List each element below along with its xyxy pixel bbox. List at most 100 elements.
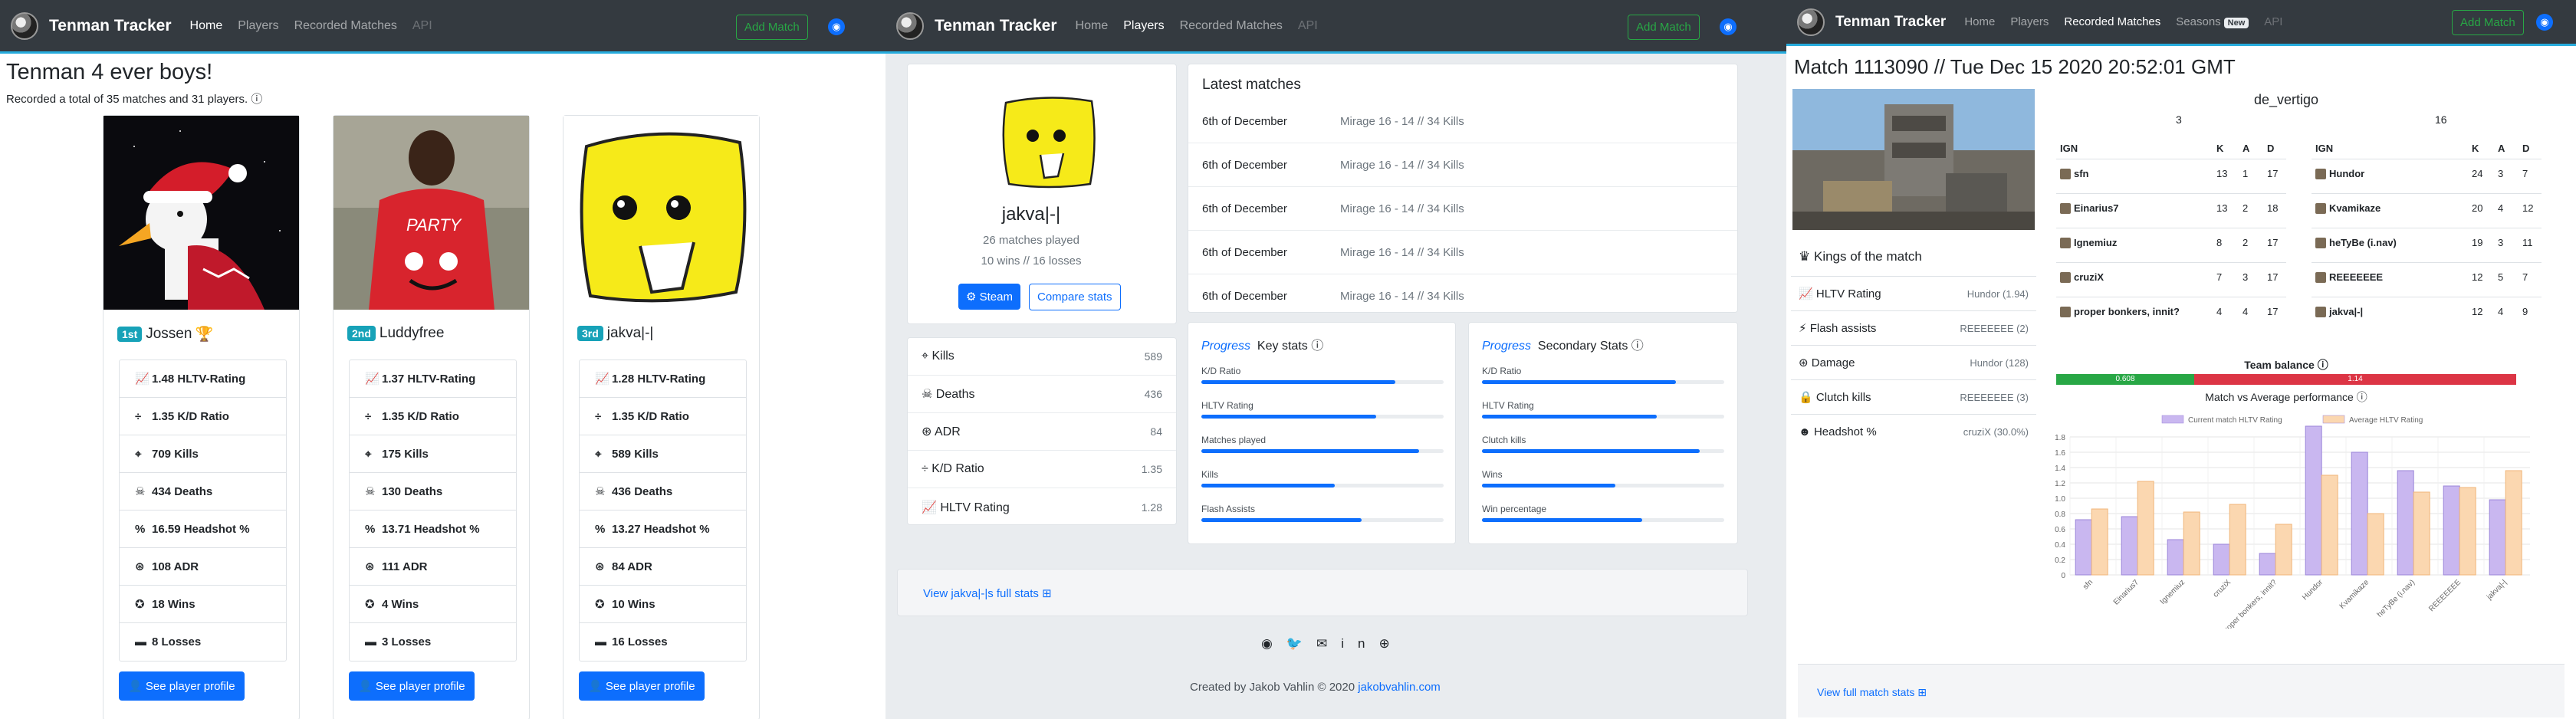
nav-home[interactable]: Home [1076, 19, 1109, 33]
player-name[interactable]: 1st Jossen 🏆 [117, 325, 213, 343]
key-stat-bar [1201, 380, 1444, 384]
nav-players[interactable]: Players [1123, 19, 1164, 33]
social-icons: ◉🐦✉in⊕ [1261, 636, 1404, 652]
wins-losses: 10 wins // 16 losses [981, 254, 1082, 268]
rank-badge: 1st [117, 327, 143, 342]
twitter-icon[interactable]: 🐦 [1286, 636, 1316, 651]
player-image [564, 116, 759, 310]
player-ign-link[interactable]: Einarius7 [2074, 202, 2119, 214]
nav-recorded-matches[interactable]: Recorded Matches [294, 19, 397, 33]
see-player-profile-button[interactable]: 👤 See player profile [119, 671, 245, 701]
key-stat-fill [1201, 449, 1420, 453]
stat-wins: ✪ 10 Wins [580, 586, 746, 623]
divide-icon: ÷ [922, 462, 928, 475]
add-match-button[interactable]: Add Match [2452, 10, 2524, 35]
view-full-stats-link[interactable]: View jakva|-|s full stats ⊞ [923, 586, 1052, 600]
brand-name[interactable]: Tenman Tracker [935, 17, 1057, 35]
player-name[interactable]: 3rd jakva|-| [577, 325, 653, 342]
linkedin-icon[interactable]: in [1341, 636, 1378, 651]
logo-icon[interactable] [11, 11, 38, 40]
github-icon[interactable]: ◉ [828, 18, 845, 35]
player-name[interactable]: 2nd Luddyfree [347, 325, 444, 342]
brand-name[interactable]: Tenman Tracker [1835, 14, 1946, 31]
medal-icon: ✪ [135, 598, 145, 611]
player-stats-list: 📈 1.28 HLTV-Rating ÷ 1.35 K/D Ratio ⌖ 589 K… [579, 360, 747, 662]
see-player-profile-button[interactable]: 👤 See player profile [349, 671, 475, 701]
github-icon[interactable]: ◉ [2536, 14, 2553, 31]
stat-deaths: ☠ 130 Deaths [350, 473, 516, 511]
stat-kills: ⌖ 709 Kills [120, 435, 286, 473]
nav-api[interactable]: API [1298, 19, 1318, 33]
player-avatar [998, 94, 1098, 193]
key-stat-label: Kills [1201, 469, 1219, 480]
secondary-stat-fill [1482, 415, 1657, 419]
footer-link[interactable]: jakobvahlin.com [1358, 681, 1441, 694]
logo-icon[interactable] [896, 11, 924, 40]
secondary-stat-label: K/D Ratio [1482, 366, 1522, 376]
stat-cell: 1 [2242, 168, 2249, 179]
match-row[interactable]: 6th of December Mirage 16 - 14 // 34 Kill… [1188, 100, 1737, 143]
page-subtitle: Recorded a total of 35 matches and 31 pl… [6, 93, 263, 106]
crosshair-icon: ⌖ [135, 447, 142, 461]
medal-icon: ✪ [365, 598, 375, 611]
chart-bar [2167, 539, 2184, 576]
see-player-profile-button[interactable]: 👤 See player profile [579, 671, 705, 701]
player-ign-link[interactable]: Ignemiuz [2074, 237, 2117, 248]
compare-stats-button[interactable]: Compare stats [1029, 284, 1121, 310]
nav-seasons[interactable]: Seasons New [2176, 15, 2249, 28]
secondary-stat-label: Clutch kills [1482, 435, 1526, 445]
y-tick-label: 0.2 [2055, 556, 2065, 565]
player-ign-link[interactable]: Kvamikaze [2329, 202, 2380, 214]
king-row: ⚡ Flash assists REEEEEEE (2) [1791, 310, 2036, 345]
player-ign-link[interactable]: REEEEEEE [2329, 271, 2383, 283]
player-ign-link[interactable]: jakva|-| [2329, 306, 2363, 317]
player-ign-link[interactable]: cruziX [2074, 271, 2104, 283]
github-icon[interactable]: ◉ [1720, 18, 1737, 35]
view-full-match-link[interactable]: View full match stats ⊞ [1817, 686, 1927, 699]
stat-kd: ÷ 1.35 K/D Ratio [350, 398, 516, 435]
y-tick-label: 1.8 [2055, 434, 2065, 442]
add-match-button[interactable]: Add Match [736, 15, 808, 40]
key-stat-label: Flash Assists [1201, 504, 1256, 514]
player-ign-link[interactable]: proper bonkers, innit? [2074, 306, 2180, 317]
chart-bar [2259, 553, 2276, 576]
github-icon[interactable]: ◉ [1261, 636, 1286, 651]
player-ign-link[interactable]: heTyBe (i.nav) [2329, 237, 2397, 248]
legend-label: Current match HLTV Rating [2188, 416, 2282, 425]
key-stat-fill [1201, 380, 1395, 384]
email-icon[interactable]: ✉ [1316, 636, 1341, 651]
match-row[interactable]: 6th of December Mirage 16 - 14 // 34 Kill… [1188, 274, 1737, 318]
key-stat-bar [1201, 518, 1444, 522]
nav-recorded-matches[interactable]: Recorded Matches [2064, 15, 2160, 28]
match-row[interactable]: 6th of December Mirage 16 - 14 // 34 Kill… [1188, 187, 1737, 231]
nav-api[interactable]: API [412, 19, 432, 33]
scoreboard-header: A [2498, 143, 2505, 154]
key-stat-label: Matches played [1201, 435, 1267, 445]
brand-name[interactable]: Tenman Tracker [49, 17, 172, 35]
player-ign-link[interactable]: sfn [2074, 168, 2089, 179]
logo-icon[interactable] [1797, 8, 1825, 36]
scoreboard-header: K [2472, 143, 2479, 154]
match-row[interactable]: 6th of December Mirage 16 - 14 // 34 Kill… [1188, 143, 1737, 187]
player-ign-link[interactable]: Hundor [2329, 168, 2364, 179]
nav-recorded-matches[interactable]: Recorded Matches [1180, 19, 1283, 33]
legend-label: Average HLTV Rating [2349, 416, 2423, 425]
info-icon: ⓘ [2317, 359, 2328, 371]
add-match-button[interactable]: Add Match [1628, 15, 1700, 40]
match-row[interactable]: 6th of December Mirage 16 - 14 // 34 Kill… [1188, 231, 1737, 274]
stat-hltv: 📈 1.48 HLTV-Rating [120, 360, 286, 398]
stat-cell: 8 [2216, 237, 2223, 248]
nav-api[interactable]: API [2264, 15, 2282, 28]
full-stats-bar: View jakva|-|s full stats ⊞ [897, 569, 1748, 616]
kv-deaths: ☠ Deaths 436 [908, 376, 1176, 413]
nav-players[interactable]: Players [238, 19, 278, 33]
adr-icon: ⊛ [595, 560, 605, 573]
chart-bar [2413, 491, 2430, 576]
stat-cell: 4 [2242, 306, 2249, 317]
globe-icon[interactable]: ⊕ [1379, 636, 1404, 651]
nav-home[interactable]: Home [190, 19, 223, 33]
scoreboard-header: IGN [2315, 143, 2334, 154]
nav-home[interactable]: Home [1964, 15, 1995, 28]
nav-players[interactable]: Players [2010, 15, 2049, 28]
steam-button[interactable]: ⚙ Steam [958, 284, 1020, 310]
